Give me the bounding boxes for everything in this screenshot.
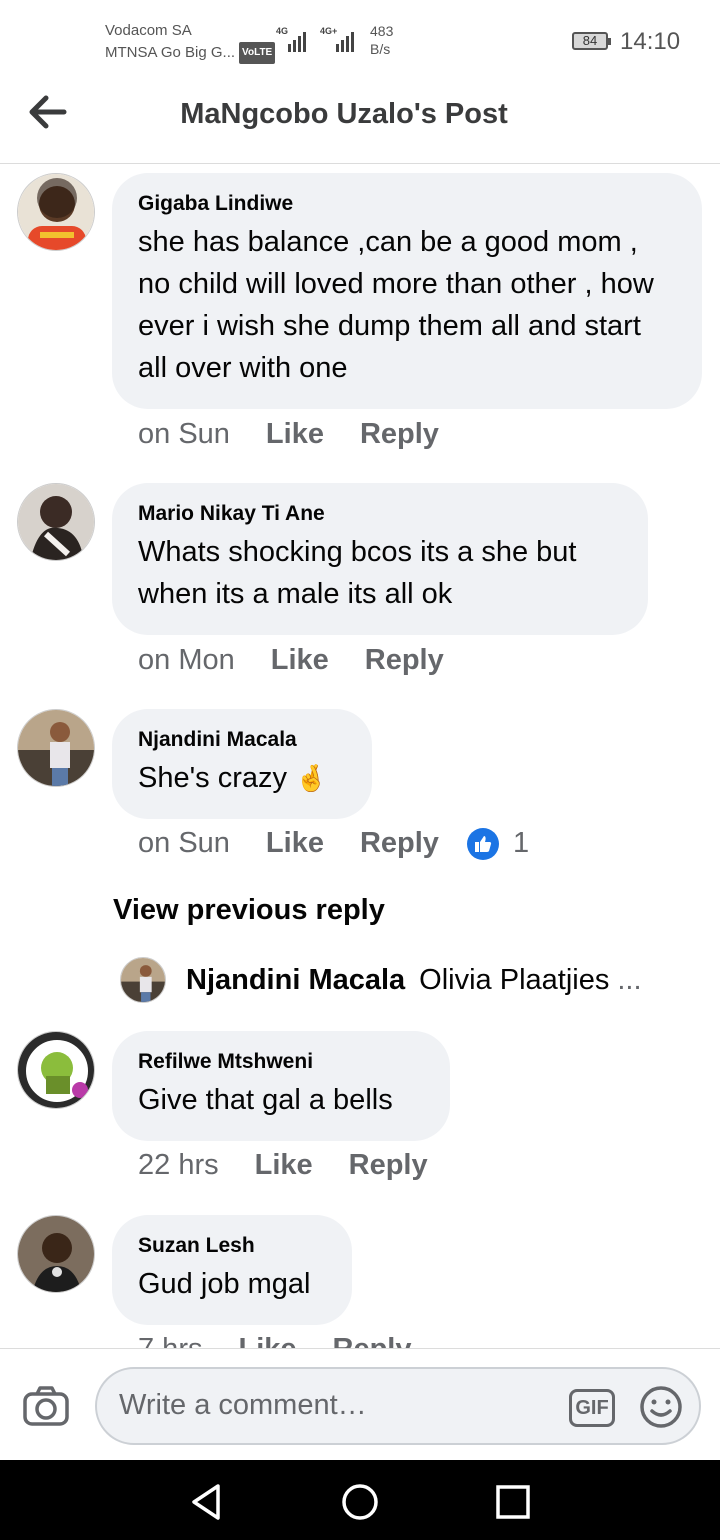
like-button[interactable]: Like	[255, 1149, 313, 1182]
like-button[interactable]: Like	[271, 644, 329, 677]
reply-button[interactable]: Reply	[365, 644, 444, 677]
battery-icon: 84	[572, 32, 611, 50]
comment-author[interactable]: Refilwe Mtshweni	[138, 1049, 424, 1075]
reply-ellipsis: ...	[617, 963, 642, 996]
comment-actions: 7 hrs Like Reply	[138, 1333, 448, 1348]
comment-actions: on Sun Like Reply	[138, 418, 475, 451]
view-previous-reply-link[interactable]: View previous reply	[113, 894, 385, 927]
signal-1-icon: 4G	[276, 26, 312, 52]
reply-button[interactable]: Reply	[360, 418, 439, 451]
avatar[interactable]	[17, 1215, 95, 1293]
avatar[interactable]	[17, 173, 95, 251]
page-title: MaNgcobo Uzalo's Post	[180, 98, 508, 130]
comment-actions: 22 hrs Like Reply	[138, 1149, 464, 1182]
comment-time: 22 hrs	[138, 1149, 219, 1181]
system-nav-bar	[0, 1460, 720, 1540]
comment-author[interactable]: Suzan Lesh	[138, 1233, 326, 1259]
carrier-2: MTNSA Go Big G...	[105, 44, 236, 61]
comment-input[interactable]: Write a comment… GIF	[95, 1367, 701, 1445]
comment-text: she has balance ,can be a good mom , no …	[138, 226, 654, 384]
comment-bubble[interactable]: Njandini Macala She's crazy 🤞	[112, 709, 372, 819]
gif-button[interactable]: GIF	[569, 1389, 615, 1427]
avatar[interactable]	[17, 709, 95, 787]
comment-time: on Mon	[138, 644, 235, 676]
thumbs-up-icon	[466, 827, 499, 860]
comment-time: 7 hrs	[138, 1333, 202, 1348]
comment-bubble[interactable]: Suzan Lesh Gud job mgal	[112, 1215, 352, 1325]
reply-preview[interactable]: Njandini Macala Olivia Plaatjies ...	[120, 955, 700, 1005]
post-header: MaNgcobo Uzalo's Post	[0, 80, 720, 164]
comment-time: on Sun	[138, 418, 230, 450]
comment-text: Whats shocking bcos its a she but when i…	[138, 536, 577, 610]
comment-text: Give that gal a bells	[138, 1084, 393, 1116]
network-speed: 483 B/s	[370, 23, 394, 57]
like-button[interactable]: Like	[266, 827, 324, 860]
reply-author[interactable]: Njandini Macala	[186, 964, 405, 997]
carrier-1: Vodacom SA	[105, 22, 192, 39]
comment-text: Gud job mgal	[138, 1268, 311, 1300]
like-button[interactable]: Like	[238, 1333, 296, 1348]
comment-composer: Write a comment… GIF	[0, 1348, 720, 1460]
reply-button[interactable]: Reply	[349, 1149, 428, 1182]
back-triangle-icon[interactable]	[188, 1482, 228, 1522]
comment-author[interactable]: Gigaba Lindiwe	[138, 191, 676, 217]
signal-indicators: 4G 4G+	[276, 26, 356, 52]
home-circle-icon[interactable]	[340, 1482, 380, 1522]
comment-text: She's crazy 🤞	[138, 762, 328, 794]
recents-square-icon[interactable]	[493, 1482, 533, 1522]
reply-button[interactable]: Reply	[333, 1333, 412, 1348]
volte-badge: VoLTE	[239, 42, 276, 65]
comment-actions: on Mon Like Reply	[138, 644, 480, 677]
clock: 14:10	[620, 28, 681, 55]
crossed-fingers-emoji: 🤞	[295, 763, 328, 793]
comment-author[interactable]: Njandini Macala	[138, 727, 346, 753]
comment-author[interactable]: Mario Nikay Ti Ane	[138, 501, 622, 527]
status-bar: Vodacom SA MTNSA Go Big G... VoLTE 4G 4G+…	[0, 0, 720, 80]
comment-bubble[interactable]: Mario Nikay Ti Ane Whats shocking bcos i…	[112, 483, 648, 635]
emoji-icon[interactable]	[639, 1385, 683, 1429]
camera-icon[interactable]	[22, 1385, 70, 1427]
reaction-count: 1	[512, 827, 530, 859]
comment-bubble[interactable]: Refilwe Mtshweni Give that gal a bells	[112, 1031, 450, 1141]
avatar[interactable]	[17, 483, 95, 561]
reply-snippet: Olivia Plaatjies	[419, 963, 610, 996]
comment-time: on Sun	[138, 827, 230, 859]
signal-2-icon: 4G+	[320, 26, 356, 52]
reaction-summary[interactable]: 1	[466, 827, 530, 860]
comment-input-placeholder: Write a comment…	[119, 1389, 367, 1421]
carrier-info: Vodacom SA MTNSA Go Big G... VoLTE	[105, 20, 276, 65]
avatar[interactable]	[120, 957, 166, 1003]
avatar[interactable]	[17, 1031, 95, 1109]
comment-actions: on Sun Like Reply 1	[138, 827, 529, 860]
like-button[interactable]: Like	[266, 418, 324, 451]
reply-button[interactable]: Reply	[360, 827, 439, 860]
comment-bubble[interactable]: Gigaba Lindiwe she has balance ,can be a…	[112, 173, 702, 409]
comments-feed[interactable]: Gigaba Lindiwe she has balance ,can be a…	[0, 165, 720, 1348]
